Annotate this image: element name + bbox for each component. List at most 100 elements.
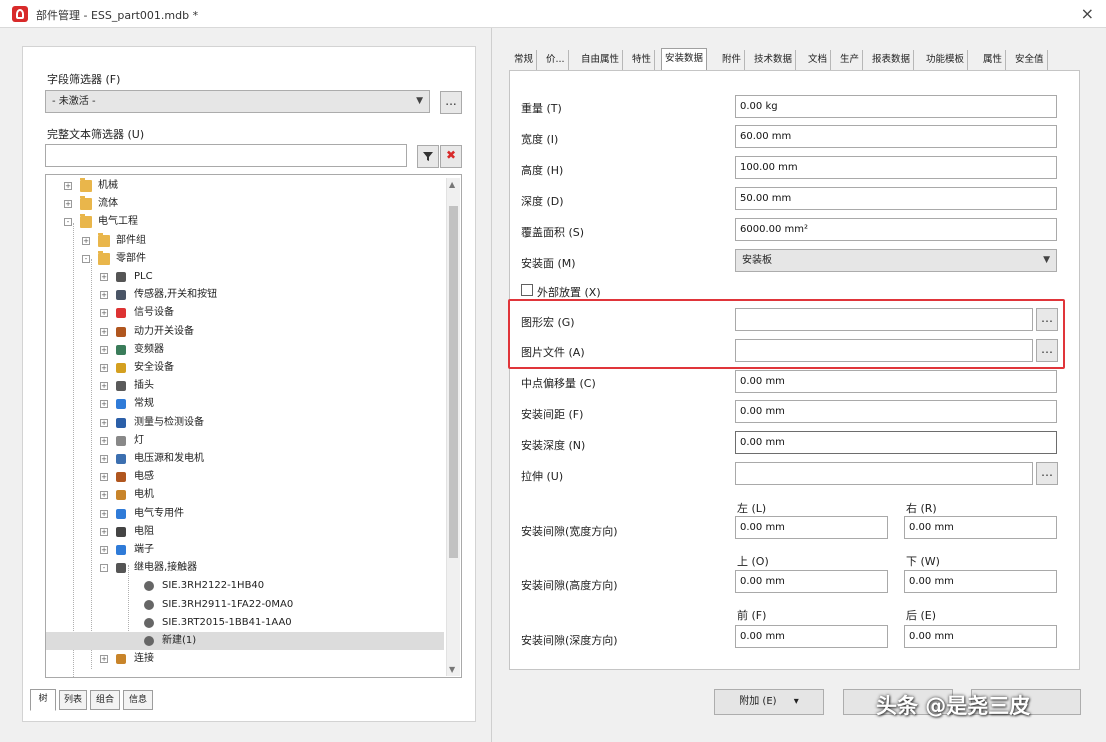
collapse-icon[interactable]: - [64,218,72,227]
spacing-top-input[interactable]: 0.00 mm [735,570,888,593]
tree-item[interactable]: - 零部件 [46,250,444,268]
tree-item[interactable]: + 信号设备 [46,304,444,322]
tab-free-properties[interactable]: 自由属性 [578,50,624,70]
apply-filter-button[interactable] [417,145,439,168]
expand-icon[interactable]: + [100,273,108,281]
tree-item[interactable]: + 电感 [46,468,444,486]
tab-properties[interactable]: 属性 [980,50,1007,70]
tree-item[interactable]: + 电机 [46,486,444,504]
tree-item[interactable]: - 继电器,接触器 [46,559,444,577]
tab-report-data[interactable]: 报表数据 [869,50,915,70]
expand-icon[interactable]: + [64,182,72,190]
depth-input[interactable]: 50.00 mm [735,187,1057,210]
field-filter-select[interactable]: - 未激活 - ▼ [45,90,430,113]
tab-tree[interactable]: 树 [30,689,56,711]
expand-icon[interactable]: + [82,236,90,245]
graphic-macro-browse-button[interactable]: … [1036,308,1058,331]
external-checkbox[interactable] [521,284,533,296]
tree-scrollbar[interactable]: ▲ ▼ [446,178,460,676]
tree-item[interactable]: 新建(1) [46,632,444,650]
expand-icon[interactable]: + [100,382,108,391]
spacing-front-input[interactable]: 0.00 mm [735,625,888,648]
tree-item[interactable]: + 安全设备 [46,359,444,377]
tree-item[interactable]: + 测量与检测设备 [46,414,444,432]
expand-icon[interactable]: + [100,473,108,482]
spacing-left-input[interactable]: 0.00 mm [735,516,888,539]
tab-characteristics[interactable]: 特性 [629,50,656,70]
tab-safety-values[interactable]: 安全值 [1012,50,1048,70]
tree-item[interactable]: SIE.3RH2911-1FA22-0MA0 [46,596,444,614]
tree-item[interactable]: + 常规 [46,395,444,413]
fulltext-filter-input[interactable] [45,144,407,167]
shape-browse-button[interactable]: … [1036,462,1058,485]
tab-combine[interactable]: 组合 [90,690,120,710]
weight-input[interactable]: 0.00 kg [735,95,1057,118]
tree-item[interactable]: + 电气专用件 [46,505,444,523]
expand-icon[interactable]: + [64,200,72,209]
mount-depth-input[interactable]: 0.00 mm [735,431,1057,454]
shape-input[interactable] [735,462,1033,485]
expand-icon[interactable]: + [100,418,108,427]
height-input[interactable]: 100.00 mm [735,156,1057,179]
tab-general[interactable]: 常规 [511,50,538,70]
tree-item[interactable]: + 电压源和发电机 [46,450,444,468]
tree-item[interactable]: + 电阻 [46,523,444,541]
collapse-icon[interactable]: - [82,254,90,263]
tree-item[interactable]: + 灯 [46,432,444,450]
tab-price[interactable]: 价... [543,50,569,70]
tree-item[interactable]: + 部件组 [46,232,444,250]
tree-item[interactable]: - 电气工程 [46,213,444,231]
tree-item[interactable]: + 机械 [46,177,444,195]
spacing-bottom-input[interactable]: 0.00 mm [904,570,1057,593]
close-icon[interactable]: × [1081,4,1094,23]
expand-icon[interactable]: + [100,327,108,336]
width-input[interactable]: 60.00 mm [735,125,1057,148]
scroll-thumb[interactable] [449,206,458,558]
tab-accessories[interactable]: 附件 [719,50,746,70]
tree-item[interactable]: SIE.3RT2015-1BB41-1AA0 [46,614,444,632]
expand-icon[interactable]: + [100,546,108,554]
expand-icon[interactable]: + [100,309,108,318]
tab-info[interactable]: 信息 [123,690,153,710]
expand-icon[interactable]: + [100,364,108,372]
tab-technical-data[interactable]: 技术数据 [751,50,797,70]
tab-list[interactable]: 列表 [59,690,87,710]
expand-icon[interactable]: + [100,291,108,300]
area-input[interactable]: 6000.00 mm² [735,218,1057,241]
collapse-icon[interactable]: - [100,564,108,573]
tab-mounting-data[interactable]: 安装数据 [661,48,708,71]
mount-select[interactable]: 安装板 ▼ [735,249,1057,272]
tree-item[interactable]: + 动力开关设备 [46,323,444,341]
tree-item[interactable]: + 传感器,开关和按钮 [46,286,444,304]
tree-item[interactable]: SIE.3RH2122-1HB40 [46,577,444,595]
scroll-down-icon[interactable]: ▼ [449,665,455,674]
extra-button[interactable]: 附加 (E) ▾ [714,689,824,715]
expand-icon[interactable]: + [100,491,108,500]
clear-filter-button[interactable]: ✖ [440,145,462,168]
spacing-back-input[interactable]: 0.00 mm [904,625,1057,648]
tree-item[interactable]: + 变频器 [46,341,444,359]
tab-production[interactable]: 生产 [837,50,864,70]
mount-spacing-input[interactable]: 0.00 mm [735,400,1057,423]
scroll-up-icon[interactable]: ▲ [449,180,455,189]
expand-icon[interactable]: + [100,655,108,664]
expand-icon[interactable]: + [100,345,108,354]
tree-item[interactable]: + PLC [46,268,444,286]
center-offset-input[interactable]: 0.00 mm [735,370,1057,393]
expand-icon[interactable]: + [100,455,108,463]
tree-item[interactable]: + 流体 [46,195,444,213]
expand-icon[interactable]: + [100,509,108,518]
tab-function-template[interactable]: 功能模板 [923,50,969,70]
expand-icon[interactable]: + [100,400,108,409]
expand-icon[interactable]: + [100,527,108,536]
graphic-macro-input[interactable] [735,308,1033,331]
spacing-right-input[interactable]: 0.00 mm [904,516,1057,539]
image-file-input[interactable] [735,339,1033,362]
image-file-browse-button[interactable]: … [1036,339,1058,362]
tree-item[interactable]: + 端子 [46,541,444,559]
expand-icon[interactable]: + [100,436,108,445]
tree-item[interactable]: + 连接 [46,650,444,668]
field-filter-button[interactable]: ... [440,91,462,114]
tab-documents[interactable]: 文档 [805,50,832,70]
tree-item[interactable]: + 插头 [46,377,444,395]
